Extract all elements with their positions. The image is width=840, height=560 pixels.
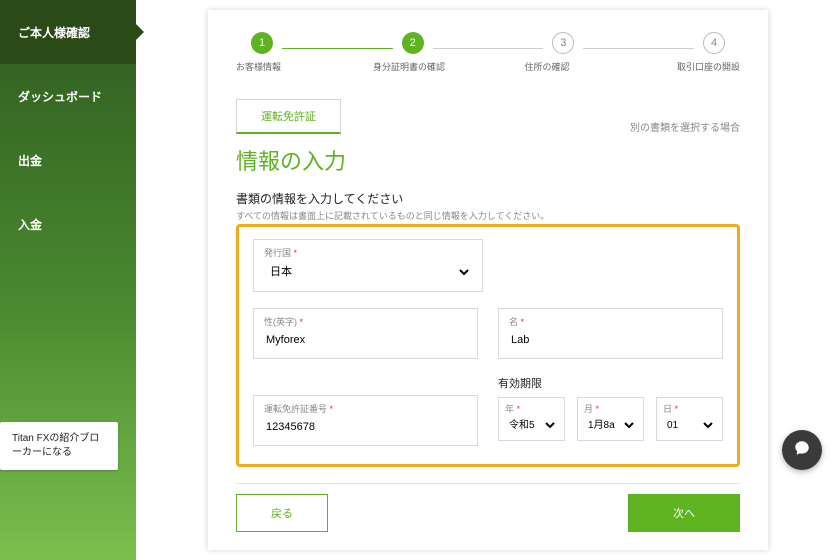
- field-label: 性(英字) *: [264, 315, 467, 328]
- step-label: 身分証明書の確認: [354, 60, 464, 73]
- step-circle: 2: [402, 32, 424, 54]
- field-license-number: 運転免許証番号 *: [253, 395, 478, 446]
- step-circle: 3: [552, 32, 574, 54]
- license-number-input[interactable]: [264, 417, 467, 437]
- field-label: 運転免許証番号 *: [264, 402, 467, 415]
- sidebar-item-label: ご本人様確認: [18, 24, 90, 41]
- sidebar-item-label: 入金: [18, 216, 42, 233]
- step-connector: [583, 48, 694, 49]
- step-circle: 4: [703, 32, 725, 54]
- back-button[interactable]: 戻る: [236, 494, 328, 532]
- broker-promo-label: Titan FXの紹介ブローカーになる: [12, 433, 99, 458]
- expiry-heading: 有効期限: [498, 375, 723, 391]
- country-select[interactable]: 日本: [264, 261, 472, 283]
- form-highlight-block: 発行国 * 日本 性(英字) *: [236, 224, 740, 467]
- chat-fab[interactable]: [782, 430, 822, 470]
- bottom-button-row: 戻る 次へ: [236, 494, 740, 532]
- step-2: 2: [393, 32, 433, 54]
- first-name-input[interactable]: [509, 330, 712, 350]
- step-1: 1: [242, 32, 282, 54]
- field-label: 月 *: [584, 402, 637, 415]
- sidebar: ご本人様確認 ダッシュボード 出金 入金 Titan FXの紹介ブローカーになる: [0, 0, 136, 560]
- field-label: 発行国 *: [264, 246, 472, 259]
- sidebar-item-withdraw[interactable]: 出金: [0, 128, 136, 192]
- sub-title: 書類の情報を入力してください: [236, 190, 740, 207]
- chat-icon: [793, 439, 811, 462]
- field-expiry-month: 月 * 1月8a: [577, 397, 644, 441]
- step-connector: [433, 48, 544, 49]
- field-last-name: 性(英字) *: [253, 308, 478, 359]
- kyc-panel: 1 2 3 4 お客様情報 身分証明書の確認 住所の確認 取引口座の開設 運転免…: [208, 10, 768, 550]
- stepper-labels: お客様情報 身分証明書の確認 住所の確認 取引口座の開設: [236, 60, 740, 73]
- main-area: 1 2 3 4 お客様情報 身分証明書の確認 住所の確認 取引口座の開設 運転免…: [136, 0, 840, 560]
- field-label: 年 *: [505, 402, 558, 415]
- step-circle: 1: [251, 32, 273, 54]
- step-3: 3: [543, 32, 583, 54]
- sub-note: すべての情報は書面上に記載されているものと同じ情報を入力してください。: [236, 209, 740, 222]
- field-expiry-day: 日 * 01: [656, 397, 723, 441]
- sidebar-item-dashboard[interactable]: ダッシュボード: [0, 64, 136, 128]
- tab-drivers-license[interactable]: 運転免許証: [236, 99, 341, 134]
- next-button[interactable]: 次へ: [628, 494, 740, 532]
- last-name-input[interactable]: [264, 330, 467, 350]
- tab-row: 運転免許証 別の書類を選択する場合: [236, 99, 740, 134]
- step-label: 取引口座の開設: [630, 60, 740, 73]
- step-label: お客様情報: [236, 60, 326, 73]
- step-label: 住所の確認: [492, 60, 602, 73]
- choose-other-doc-link[interactable]: 別の書類を選択する場合: [630, 119, 740, 134]
- field-first-name: 名 *: [498, 308, 723, 359]
- sidebar-item-label: ダッシュボード: [18, 88, 102, 105]
- divider: [236, 483, 740, 484]
- field-expiry-year: 年 * 令和5: [498, 397, 565, 441]
- tab-label: 運転免許証: [261, 111, 316, 123]
- field-label: 名 *: [509, 315, 712, 328]
- expiry-month-select[interactable]: 1月8a: [584, 417, 637, 434]
- section-title: 情報の入力: [236, 144, 740, 176]
- sidebar-item-deposit[interactable]: 入金: [0, 192, 136, 256]
- field-country: 発行国 * 日本: [253, 239, 483, 292]
- expiry-day-select[interactable]: 01: [663, 417, 716, 434]
- field-label: 日 *: [663, 402, 716, 415]
- stepper: 1 2 3 4: [236, 32, 740, 54]
- sidebar-item-identity[interactable]: ご本人様確認: [0, 0, 136, 64]
- step-4: 4: [694, 32, 734, 54]
- expiry-year-select[interactable]: 令和5: [505, 417, 558, 434]
- step-connector: [282, 48, 393, 49]
- broker-promo-box[interactable]: Titan FXの紹介ブローカーになる: [0, 422, 118, 470]
- sidebar-item-label: 出金: [18, 152, 42, 169]
